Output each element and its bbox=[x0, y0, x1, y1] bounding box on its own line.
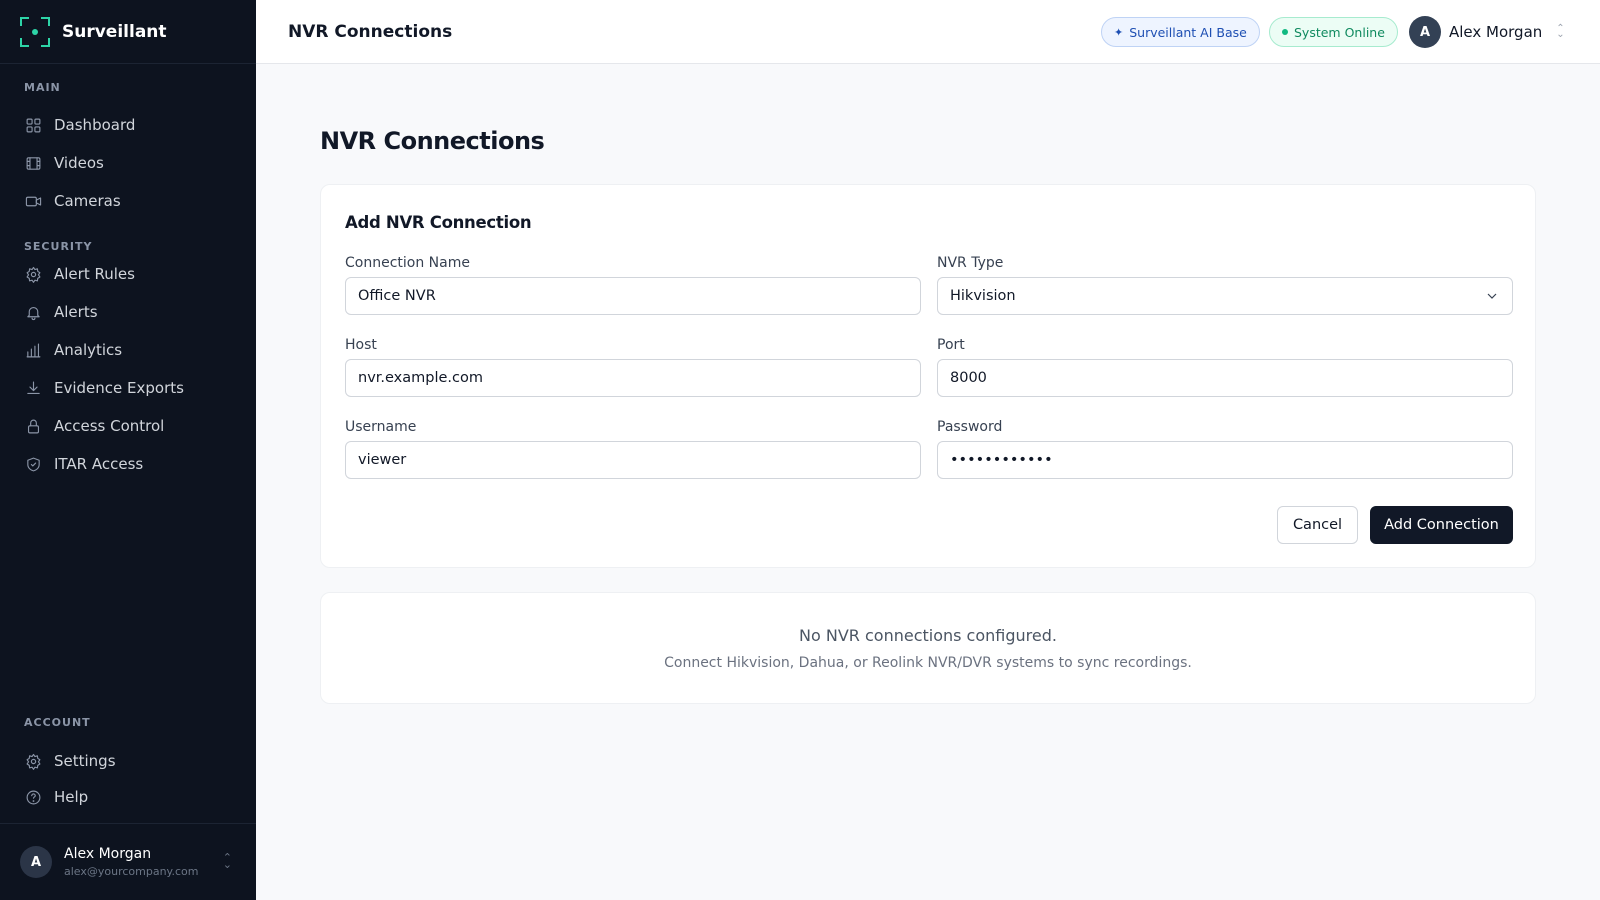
port-label: Port bbox=[937, 337, 965, 353]
brand[interactable]: Surveillant bbox=[0, 0, 256, 64]
sidebar-item-label: Cameras bbox=[54, 192, 121, 210]
sidebar-item-label: ITAR Access bbox=[54, 455, 144, 473]
password-label: Password bbox=[937, 419, 1003, 435]
download-icon bbox=[24, 379, 42, 397]
add-connection-button[interactable]: Add Connection bbox=[1370, 506, 1513, 544]
gear-icon bbox=[24, 265, 42, 283]
lock-icon bbox=[24, 417, 42, 435]
header-title: NVR Connections bbox=[288, 21, 453, 42]
sidebar-item-evidence-exports[interactable]: Evidence Exports bbox=[16, 371, 240, 405]
film-icon bbox=[24, 154, 42, 172]
connection-name-input[interactable] bbox=[345, 277, 921, 315]
sidebar: Surveillant MAIN Dashboard Videos Camera… bbox=[0, 0, 256, 900]
chevron-up-down-icon: ⌃ ⌄ bbox=[1556, 23, 1565, 40]
sidebar-item-help[interactable]: Help bbox=[16, 780, 240, 814]
section-label-security: SECURITY bbox=[24, 240, 93, 253]
empty-state-subtitle: Connect Hikvision, Dahua, or Reolink NVR… bbox=[664, 655, 1192, 671]
sidebar-item-label: Alert Rules bbox=[54, 265, 135, 283]
shield-check-icon bbox=[24, 455, 42, 473]
sidebar-item-itar-access[interactable]: ITAR Access bbox=[16, 447, 240, 481]
sidebar-item-dashboard[interactable]: Dashboard bbox=[16, 108, 240, 142]
avatar: A bbox=[20, 846, 52, 878]
bell-icon bbox=[24, 303, 42, 321]
status-badge: System Online bbox=[1269, 17, 1398, 47]
sidebar-item-settings[interactable]: Settings bbox=[16, 744, 240, 778]
sidebar-item-videos[interactable]: Videos bbox=[16, 146, 240, 180]
sidebar-item-label: Evidence Exports bbox=[54, 379, 184, 397]
user-email: alex@yourcompany.com bbox=[64, 865, 199, 878]
sidebar-item-alerts[interactable]: Alerts bbox=[16, 295, 240, 329]
logo-icon bbox=[20, 16, 50, 47]
status-dot-icon bbox=[1282, 29, 1288, 35]
port-input[interactable] bbox=[937, 359, 1513, 397]
connection-name-label: Connection Name bbox=[345, 255, 470, 271]
avatar: A bbox=[1409, 16, 1441, 48]
sidebar-item-label: Settings bbox=[54, 752, 116, 770]
host-label: Host bbox=[345, 337, 377, 353]
ai-base-label: Surveillant AI Base bbox=[1129, 24, 1247, 40]
video-camera-icon bbox=[24, 192, 42, 210]
app-name: Surveillant bbox=[62, 21, 167, 42]
sidebar-item-label: Dashboard bbox=[54, 116, 136, 134]
username-label: Username bbox=[345, 419, 417, 435]
header-user-menu[interactable]: A Alex Morgan ⌃ ⌄ bbox=[1409, 16, 1565, 48]
sidebar-item-analytics[interactable]: Analytics bbox=[16, 333, 240, 367]
bar-chart-icon bbox=[24, 341, 42, 359]
add-connection-form: Add NVR Connection Connection Name NVR T… bbox=[320, 184, 1536, 568]
nvr-type-label: NVR Type bbox=[937, 255, 1004, 271]
sidebar-item-alert-rules[interactable]: Alert Rules bbox=[16, 257, 240, 291]
username-input[interactable] bbox=[345, 441, 921, 479]
user-name: Alex Morgan bbox=[64, 846, 152, 862]
nvr-type-select[interactable]: Hikvision bbox=[937, 277, 1513, 315]
page-title: NVR Connections bbox=[320, 127, 545, 155]
chevron-down-icon bbox=[1484, 288, 1500, 304]
host-input[interactable] bbox=[345, 359, 921, 397]
form-title: Add NVR Connection bbox=[345, 213, 532, 232]
user-name: Alex Morgan bbox=[1449, 23, 1543, 41]
nvr-type-value: Hikvision bbox=[950, 288, 1016, 304]
sidebar-item-label: Videos bbox=[54, 154, 104, 172]
ai-base-badge[interactable]: ✦ Surveillant AI Base bbox=[1101, 17, 1260, 47]
sidebar-item-label: Access Control bbox=[54, 417, 165, 435]
sidebar-user-menu[interactable]: A Alex Morgan alex@yourcompany.com ⌃ ⌄ bbox=[0, 823, 256, 900]
section-label-main: MAIN bbox=[24, 81, 61, 94]
cancel-button[interactable]: Cancel bbox=[1277, 506, 1358, 544]
empty-state: No NVR connections configured. Connect H… bbox=[320, 592, 1536, 704]
password-input[interactable] bbox=[937, 441, 1513, 479]
status-label: System Online bbox=[1294, 24, 1385, 40]
gear-icon bbox=[24, 752, 42, 770]
sidebar-item-label: Alerts bbox=[54, 303, 98, 321]
section-label-account: ACCOUNT bbox=[24, 716, 91, 729]
sparkle-icon: ✦ bbox=[1114, 25, 1124, 39]
sidebar-item-access-control[interactable]: Access Control bbox=[16, 409, 240, 443]
top-bar: NVR Connections ✦ Surveillant AI Base Sy… bbox=[256, 0, 1600, 64]
grid-icon bbox=[24, 116, 42, 134]
chevron-up-down-icon: ⌃ ⌄ bbox=[222, 851, 232, 871]
sidebar-item-label: Analytics bbox=[54, 341, 123, 359]
sidebar-item-cameras[interactable]: Cameras bbox=[16, 184, 240, 218]
empty-state-title: No NVR connections configured. bbox=[799, 626, 1057, 645]
help-circle-icon bbox=[24, 788, 42, 806]
sidebar-item-label: Help bbox=[54, 788, 89, 806]
